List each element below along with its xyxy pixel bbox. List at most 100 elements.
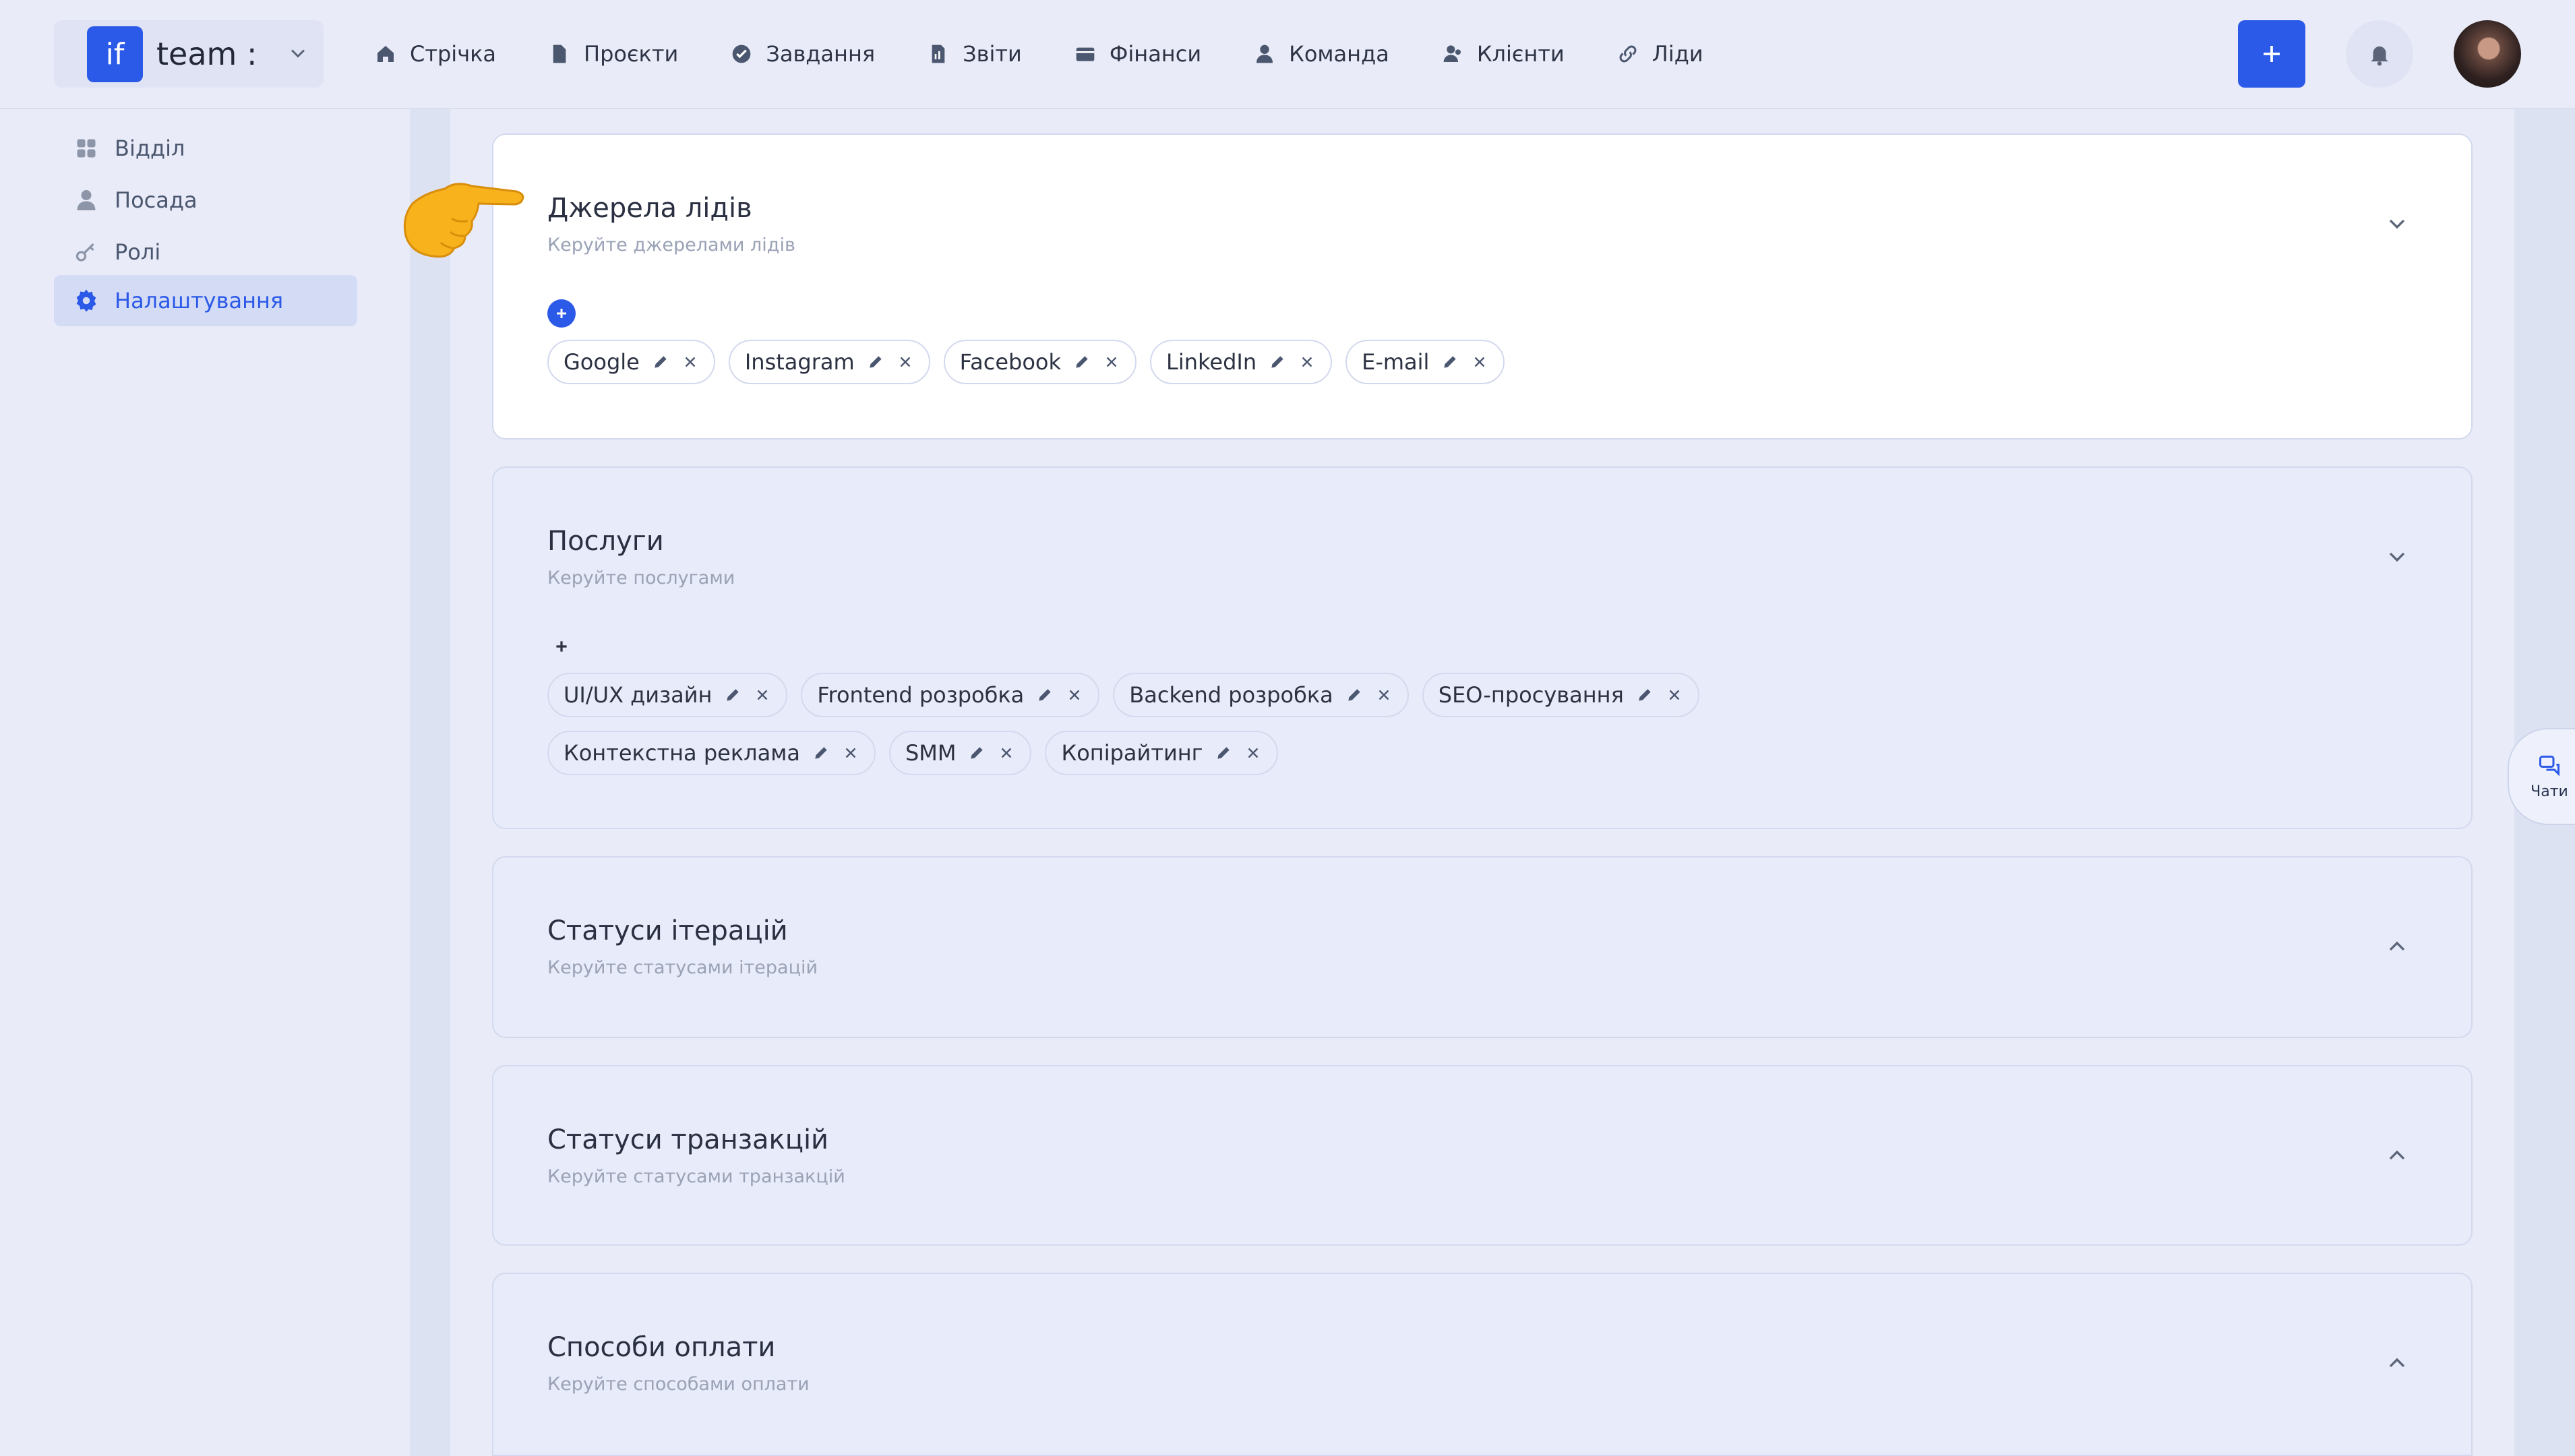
pencil-icon[interactable] xyxy=(1215,744,1232,762)
chip[interactable]: Frontend розробка xyxy=(801,673,1100,717)
chip[interactable]: Facebook xyxy=(943,340,1137,384)
notifications-button[interactable] xyxy=(2346,20,2413,88)
chip-label: SEO-просування xyxy=(1438,682,1624,708)
card-title: Послуги xyxy=(547,526,664,557)
chevron-up-icon[interactable] xyxy=(2384,1142,2411,1169)
chip[interactable]: LinkedIn xyxy=(1150,340,1333,384)
chip[interactable]: Копірайтинг xyxy=(1045,731,1279,775)
pencil-icon[interactable] xyxy=(1345,686,1363,704)
nav-label: Завдання xyxy=(766,41,876,67)
close-icon[interactable] xyxy=(842,744,859,762)
pencil-icon[interactable] xyxy=(812,744,830,762)
nav-label: Стрічка xyxy=(410,41,497,67)
close-icon[interactable] xyxy=(1066,686,1083,704)
nav-item-tasks[interactable]: Завдання xyxy=(731,41,875,67)
transaction-statuses-card[interactable]: Статуси транзакцій Керуйте статусами тра… xyxy=(492,1065,2473,1246)
chip-label: Контекстна реклама xyxy=(564,740,800,766)
nav-item-clients[interactable]: Клієнти xyxy=(1442,41,1565,67)
payment-methods-card[interactable]: Способи оплати Керуйте способами оплати xyxy=(492,1273,2473,1456)
sidebar-item-position[interactable]: Посада xyxy=(54,175,357,226)
pencil-icon[interactable] xyxy=(652,353,669,371)
chip-label: UI/UX дизайн xyxy=(564,682,713,708)
chip[interactable]: Backend розробка xyxy=(1113,673,1409,717)
lead-sources-card: Джерела лідів Керуйте джерелами лідів Go… xyxy=(492,133,2473,439)
close-icon[interactable] xyxy=(897,353,914,371)
gear-icon xyxy=(76,289,96,312)
close-icon[interactable] xyxy=(754,686,771,704)
plus-icon xyxy=(557,309,566,318)
close-icon[interactable] xyxy=(1375,686,1393,704)
user-icon xyxy=(77,190,96,210)
chip[interactable]: Контекстна реклама xyxy=(547,731,876,775)
close-icon[interactable] xyxy=(1103,353,1120,371)
pencil-icon[interactable] xyxy=(1269,353,1286,371)
plus-icon xyxy=(2264,46,2280,62)
nav-item-feed[interactable]: Стрічка xyxy=(375,41,496,67)
report-icon xyxy=(932,44,945,63)
document-icon xyxy=(553,44,566,63)
chip[interactable]: UI/UX дизайн xyxy=(547,673,788,717)
avatar[interactable] xyxy=(2454,20,2521,88)
close-icon[interactable] xyxy=(1666,686,1683,704)
chevron-up-icon[interactable] xyxy=(2384,933,2411,960)
pencil-icon[interactable] xyxy=(1636,686,1654,704)
workspace-switcher[interactable]: if team : xyxy=(54,20,324,88)
chip[interactable]: SEO-просування xyxy=(1422,673,1699,717)
main-nav: Стрічка Проєкти Завдання Звіти Фінанси К… xyxy=(375,34,1756,74)
sidebar-item-label: Налаштування xyxy=(115,288,284,313)
sidebar-item-department[interactable]: Відділ xyxy=(54,123,357,174)
add-lead-source-button[interactable] xyxy=(547,299,576,328)
home-icon xyxy=(377,46,394,62)
add-service-button[interactable] xyxy=(547,632,576,661)
nav-label: Проєкти xyxy=(584,41,679,67)
sidebar-item-roles[interactable]: Ролі xyxy=(54,226,357,278)
nav-item-leads[interactable]: Ліди xyxy=(1617,41,1703,67)
add-button[interactable] xyxy=(2238,20,2305,88)
close-icon[interactable] xyxy=(1298,353,1316,371)
chip[interactable]: Instagram xyxy=(728,340,930,384)
card-subtitle: Керуйте послугами xyxy=(547,568,735,588)
nav-item-finance[interactable]: Фінанси xyxy=(1074,41,1201,67)
chats-button[interactable]: Чати xyxy=(2508,728,2575,825)
chevron-down-icon[interactable] xyxy=(2384,210,2411,237)
nav-item-reports[interactable]: Звіти xyxy=(928,41,1022,67)
pencil-icon[interactable] xyxy=(1036,686,1054,704)
card-subtitle: Керуйте статусами ітерацій xyxy=(547,957,818,978)
chip[interactable]: Google xyxy=(547,340,715,384)
pencil-icon[interactable] xyxy=(1441,353,1459,371)
close-icon[interactable] xyxy=(1471,353,1488,371)
chats-label: Чати xyxy=(2531,783,2568,800)
service-chips-row-2: Контекстна реклама SMM Копірайтинг xyxy=(547,731,1292,775)
chevron-down-icon[interactable] xyxy=(2384,543,2411,570)
chat-icon xyxy=(2539,755,2559,777)
sidebar-item-label: Посада xyxy=(115,187,198,213)
workspace-name: team : xyxy=(156,36,258,72)
users-icon xyxy=(1443,45,1461,62)
close-icon[interactable] xyxy=(1244,744,1262,762)
pencil-icon[interactable] xyxy=(867,353,884,371)
pencil-icon[interactable] xyxy=(724,686,741,704)
service-chips-row-1: UI/UX дизайн Frontend розробка Backend р… xyxy=(547,673,1713,717)
chip-label: Instagram xyxy=(744,349,855,375)
close-icon[interactable] xyxy=(998,744,1015,762)
nav-item-team[interactable]: Команда xyxy=(1254,41,1389,67)
chip[interactable]: E-mail xyxy=(1345,340,1505,384)
lead-source-chips: Google Instagram Facebook LinkedIn E-mai… xyxy=(547,340,1518,384)
close-icon[interactable] xyxy=(681,353,699,371)
chip-label: Копірайтинг xyxy=(1061,740,1203,766)
sidebar-item-settings[interactable]: Налаштування xyxy=(54,275,357,326)
card-title: Джерела лідів xyxy=(547,193,752,224)
card-title: Статуси транзакцій xyxy=(547,1124,829,1155)
nav-item-projects[interactable]: Проєкти xyxy=(549,41,678,67)
chevron-up-icon[interactable] xyxy=(2384,1349,2411,1376)
content-gutter xyxy=(410,109,450,1456)
chip[interactable]: SMM xyxy=(888,731,1032,775)
iteration-statuses-card[interactable]: Статуси ітерацій Керуйте статусами ітера… xyxy=(492,856,2473,1038)
chip-label: LinkedIn xyxy=(1166,349,1257,375)
sidebar-item-label: Відділ xyxy=(115,135,185,161)
pencil-icon[interactable] xyxy=(968,744,986,762)
pencil-icon[interactable] xyxy=(1073,353,1091,371)
brand-logo: if xyxy=(87,26,143,82)
key-icon xyxy=(75,243,94,262)
chip-label: Backend розробка xyxy=(1129,682,1333,708)
